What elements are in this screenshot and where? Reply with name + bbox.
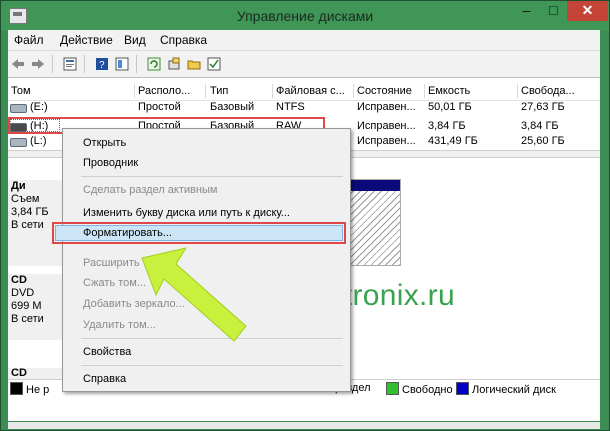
pointer-arrow-annotation — [141, 247, 247, 342]
